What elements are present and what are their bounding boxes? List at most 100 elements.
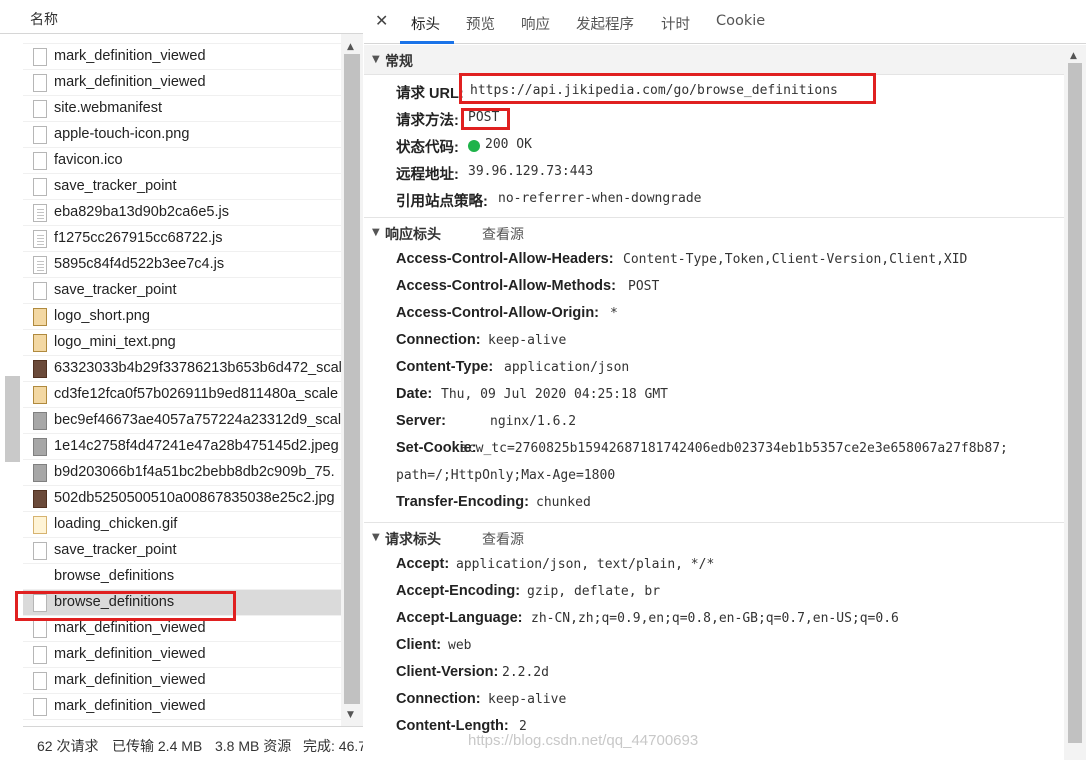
doc-file-icon xyxy=(33,178,47,196)
resource-size: 3.8 MB 资源 xyxy=(215,738,292,754)
header-row: Server: nginx/1.6.2 xyxy=(364,409,1064,436)
network-summary-bar: 62 次请求 已传输 2.4 MB 3.8 MB 资源 完成: 46.7 xyxy=(23,726,363,760)
request-row[interactable]: browse_definitions xyxy=(23,564,341,590)
overview-scroll-thumb[interactable] xyxy=(5,376,20,462)
tab-cookies[interactable]: Cookie xyxy=(716,13,765,29)
doc-file-icon xyxy=(33,126,47,144)
expand-triangle-icon[interactable]: ▼ xyxy=(372,227,380,238)
header-name: Accept-Encoding: xyxy=(396,583,521,599)
request-row[interactable]: save_tracker_point xyxy=(23,278,341,304)
request-row[interactable]: logo_mini_text.png xyxy=(23,330,341,356)
request-row[interactable]: logo_short.png xyxy=(23,304,341,330)
request-row[interactable]: mark_definition_viewed xyxy=(23,694,341,720)
request-row[interactable]: loading_chicken.gif xyxy=(23,512,341,538)
header-name: Content-Type: xyxy=(396,359,494,375)
image-file-icon xyxy=(33,308,47,326)
tab-preview[interactable]: 预览 xyxy=(466,13,495,34)
gray-image-file-icon xyxy=(33,412,47,430)
dark-image-file-icon xyxy=(33,490,47,508)
request-row[interactable]: mark_definition_viewed xyxy=(23,44,341,70)
request-name: loading_chicken.gif xyxy=(54,516,178,532)
request-row[interactable]: mark_definition_viewed xyxy=(23,668,341,694)
tab-response[interactable]: 响应 xyxy=(521,13,550,34)
doc-file-icon xyxy=(33,74,47,92)
request-name: mark_definition_viewed xyxy=(54,646,206,662)
request-headers-list: Accept: application/json, text/plain, */*… xyxy=(364,552,1064,741)
request-url-label: 请求 URL: xyxy=(396,86,464,102)
request-method-label: 请求方法: xyxy=(396,113,459,129)
request-list-header[interactable]: 名称 xyxy=(0,0,363,34)
doc-file-icon xyxy=(33,282,47,300)
header-value: 2.2.2d xyxy=(502,665,549,680)
request-row[interactable]: eba829ba13d90b2ca6e5.js xyxy=(23,200,341,226)
general-section-header[interactable]: ▼ 常规 xyxy=(364,45,1064,75)
view-source-link[interactable]: 查看源 xyxy=(482,529,524,549)
request-row[interactable]: favicon.ico xyxy=(23,148,341,174)
request-name: logo_short.png xyxy=(54,308,150,324)
tab-initiator[interactable]: 发起程序 xyxy=(576,13,634,34)
tab-headers[interactable]: 标头 xyxy=(411,13,440,34)
request-row[interactable]: 5895c84f4d522b3ee7c4.js xyxy=(23,252,341,278)
scroll-down-arrow-icon[interactable]: ▼ xyxy=(347,710,354,720)
remote-address-value: 39.96.129.73:443 xyxy=(468,164,594,179)
js-file-icon xyxy=(33,230,47,248)
tab-timing[interactable]: 计时 xyxy=(661,13,690,34)
scroll-up-arrow-icon[interactable]: ▲ xyxy=(1070,51,1077,61)
header-value: application/json, text/plain, */* xyxy=(456,557,715,572)
request-name: mark_definition_viewed xyxy=(54,620,206,636)
header-row: Client: web xyxy=(364,633,1064,660)
request-row[interactable]: f1275cc267915cc68722.js xyxy=(23,226,341,252)
request-name: site.webmanifest xyxy=(54,100,162,116)
header-name: Connection: xyxy=(396,691,481,707)
header-row: Accept-Language: zh-CN,zh;q=0.9,en;q=0.8,… xyxy=(364,606,1064,633)
request-row[interactable]: site.webmanifest xyxy=(23,96,341,122)
header-value: gzip, deflate, br xyxy=(527,584,661,599)
response-headers-section-header[interactable]: ▼ 响应标头 查看源 xyxy=(364,217,1064,247)
request-row[interactable]: 502db5250500510a00867835038e25c2.jpg xyxy=(23,486,341,512)
request-row[interactable]: bec9ef46673ae4057a757224a23312d9_scale xyxy=(23,408,341,434)
request-row[interactable]: b9d203066b1f4a51bc2bebb8db2c909b_75. xyxy=(23,460,341,486)
request-list: mark_definition_viewed mark_definition_vi… xyxy=(23,34,341,726)
header-row: Access-Control-Allow-Headers: Content-Typ… xyxy=(364,247,1064,274)
request-row[interactable] xyxy=(23,34,341,44)
header-name: Access-Control-Allow-Origin: xyxy=(396,305,600,321)
request-headers-section-header[interactable]: ▼ 请求标头 查看源 xyxy=(364,522,1064,552)
header-value: zh-CN,zh;q=0.9,en;q=0.8,en-GB;q=0.7,en-U… xyxy=(531,611,899,626)
view-source-link[interactable]: 查看源 xyxy=(482,224,524,244)
request-row[interactable]: 1e14c2758f4d47241e47a28b475145d2.jpeg xyxy=(23,434,341,460)
header-row: Access-Control-Allow-Methods: POST xyxy=(364,274,1064,301)
doc-file-icon xyxy=(33,620,47,638)
request-name: save_tracker_point xyxy=(54,178,177,194)
request-name: save_tracker_point xyxy=(54,542,177,558)
request-row[interactable]: apple-touch-icon.png xyxy=(23,122,341,148)
request-name: mark_definition_viewed xyxy=(54,698,206,714)
detail-scrollbar[interactable]: ▲ xyxy=(1064,45,1086,760)
header-row: Date: Thu, 09 Jul 2020 04:25:18 GMT xyxy=(364,382,1064,409)
request-name: logo_mini_text.png xyxy=(54,334,176,350)
request-list-scroll-thumb[interactable] xyxy=(344,54,360,704)
detail-scroll-thumb[interactable] xyxy=(1068,63,1082,743)
request-row[interactable]: save_tracker_point xyxy=(23,538,341,564)
url-highlight-box xyxy=(459,73,876,104)
request-row[interactable]: 63323033b4b29f33786213b653b6d472_scal xyxy=(23,356,341,382)
request-row[interactable]: save_tracker_point xyxy=(23,174,341,200)
header-value: * xyxy=(610,306,618,321)
request-row[interactable]: mark_definition_viewed xyxy=(23,642,341,668)
finish-time: 完成: 46.7 xyxy=(303,738,363,754)
header-row: Accept: application/json, text/plain, */* xyxy=(364,552,1064,579)
method-highlight-box xyxy=(461,108,510,130)
name-column-header[interactable]: 名称 xyxy=(30,9,58,29)
expand-triangle-icon[interactable]: ▼ xyxy=(372,532,380,543)
request-name: bec9ef46673ae4057a757224a23312d9_scale xyxy=(54,412,341,428)
request-name: apple-touch-icon.png xyxy=(54,126,190,142)
request-name: mark_definition_viewed xyxy=(54,672,206,688)
scroll-up-arrow-icon[interactable]: ▲ xyxy=(347,42,354,52)
request-row[interactable]: cd3fe12fca0f57b026911b9ed811480a_scale xyxy=(23,382,341,408)
close-icon[interactable]: ✕ xyxy=(375,11,388,30)
header-row: Connection: keep-alive xyxy=(364,328,1064,355)
header-value: POST xyxy=(628,279,660,294)
request-list-scrollbar[interactable]: ▲ ▼ xyxy=(341,34,363,726)
expand-triangle-icon[interactable]: ▼ xyxy=(372,54,380,65)
request-row[interactable]: mark_definition_viewed xyxy=(23,70,341,96)
doc-file-icon xyxy=(33,542,47,560)
